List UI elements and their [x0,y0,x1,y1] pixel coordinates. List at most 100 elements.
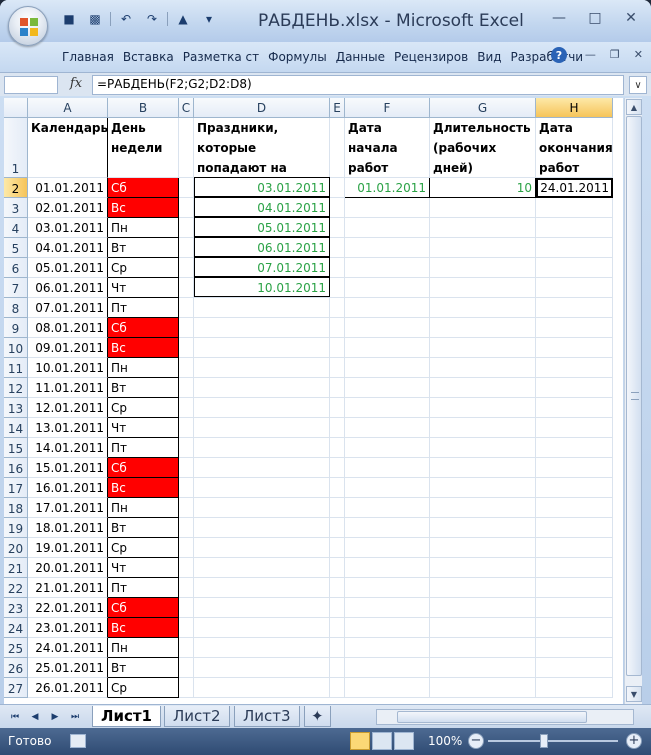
scroll-up-icon[interactable]: ▲ [626,99,642,115]
tab-insert[interactable]: Вставка [119,47,179,67]
tab-home[interactable]: Главная [58,47,119,67]
zoom-slider-thumb[interactable] [540,734,548,748]
cell[interactable] [330,298,345,318]
cell[interactable] [330,458,345,478]
cell[interactable] [330,178,345,198]
cell[interactable] [430,438,536,458]
cell[interactable] [430,518,536,538]
header-a1[interactable]: Календарь [28,118,108,178]
row-header-6[interactable]: 6 [4,258,28,278]
holiday-cell[interactable]: 10.01.2011 [194,277,330,297]
holiday-cell[interactable]: 03.01.2011 [194,177,330,197]
cell[interactable] [194,638,330,658]
cell[interactable] [330,638,345,658]
calendar-date-cell[interactable]: 08.01.2011 [28,318,108,338]
holiday-cell[interactable]: 06.01.2011 [194,237,330,257]
cell[interactable] [430,378,536,398]
cell[interactable] [330,418,345,438]
cell[interactable] [330,518,345,538]
cell[interactable] [536,218,613,238]
cell[interactable] [194,598,330,618]
workbook-close-icon[interactable]: ✕ [634,48,643,61]
weekday-cell[interactable]: Сб [108,458,179,478]
weekday-cell[interactable]: Чт [108,278,179,298]
cell[interactable] [536,658,613,678]
calendar-date-cell[interactable]: 19.01.2011 [28,538,108,558]
header-h1[interactable]: Дата окончания работ [536,118,613,178]
cell[interactable] [194,538,330,558]
cell[interactable] [536,618,613,638]
weekday-cell[interactable]: Пн [108,638,179,658]
last-sheet-icon[interactable]: ⏭ [68,710,82,724]
row-header-12[interactable]: 12 [4,378,28,398]
column-header-h[interactable]: H [536,98,613,118]
row-header-9[interactable]: 9 [4,318,28,338]
office-button[interactable] [8,6,48,46]
weekday-cell[interactable]: Чт [108,418,179,438]
cell[interactable] [536,398,613,418]
cell[interactable] [345,358,430,378]
row-header-2[interactable]: 2 [4,178,28,198]
cell[interactable] [345,278,430,298]
cell[interactable] [430,298,536,318]
cell[interactable] [179,398,194,418]
cell[interactable] [179,598,194,618]
cell[interactable] [330,578,345,598]
cell[interactable] [345,318,430,338]
cell[interactable] [536,278,613,298]
cell[interactable] [536,598,613,618]
horizontal-scrollbar[interactable] [376,709,634,725]
weekday-cell[interactable]: Сб [108,178,179,198]
row-header-26[interactable]: 26 [4,658,28,678]
calendar-date-cell[interactable]: 05.01.2011 [28,258,108,278]
cell[interactable] [345,538,430,558]
cell[interactable] [345,498,430,518]
row-header-8[interactable]: 8 [4,298,28,318]
cell[interactable] [179,118,194,178]
close-icon[interactable]: ✕ [621,8,641,28]
first-sheet-icon[interactable]: ⏮ [8,710,22,724]
cell[interactable] [536,198,613,218]
row-header-11[interactable]: 11 [4,358,28,378]
calendar-date-cell[interactable]: 06.01.2011 [28,278,108,298]
weekday-cell[interactable]: Чт [108,558,179,578]
calendar-date-cell[interactable]: 22.01.2011 [28,598,108,618]
cell[interactable] [536,358,613,378]
row-header-17[interactable]: 17 [4,478,28,498]
row-header-4[interactable]: 4 [4,218,28,238]
zoom-out-icon[interactable]: − [468,733,484,749]
save-icon[interactable]: ■ [58,9,80,29]
calendar-date-cell[interactable]: 03.01.2011 [28,218,108,238]
zoom-slider-track[interactable] [488,740,618,742]
workbook-minimize-icon[interactable]: — [585,48,596,61]
cell[interactable] [179,578,194,598]
column-header-d[interactable]: D [194,98,330,118]
cell[interactable] [536,638,613,658]
calendar-date-cell[interactable]: 18.01.2011 [28,518,108,538]
cell[interactable] [194,338,330,358]
calendar-date-cell[interactable]: 20.01.2011 [28,558,108,578]
cell[interactable] [536,298,613,318]
column-header-f[interactable]: F [345,98,430,118]
cell[interactable] [430,238,536,258]
sort-icon[interactable]: ▲ [172,9,194,29]
tab-view[interactable]: Вид [473,47,506,67]
cell[interactable] [345,578,430,598]
cell[interactable] [330,398,345,418]
cell[interactable] [430,318,536,338]
calendar-date-cell[interactable]: 16.01.2011 [28,478,108,498]
cell[interactable] [179,558,194,578]
weekday-cell[interactable]: Вт [108,378,179,398]
row-header-20[interactable]: 20 [4,538,28,558]
cell[interactable] [194,478,330,498]
cell[interactable] [536,378,613,398]
cell[interactable] [536,518,613,538]
calendar-date-cell[interactable]: 25.01.2011 [28,658,108,678]
cell[interactable] [430,358,536,378]
minimize-icon[interactable]: — [549,8,569,28]
cell[interactable] [194,418,330,438]
cell[interactable] [345,458,430,478]
cell[interactable] [194,458,330,478]
cell[interactable] [194,398,330,418]
cell[interactable] [179,498,194,518]
